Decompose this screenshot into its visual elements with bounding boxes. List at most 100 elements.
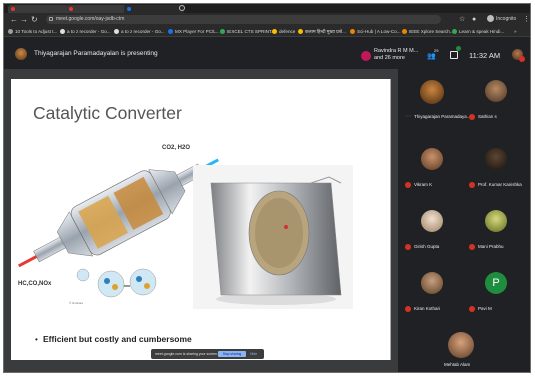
bookmark-item[interactable]: defence xyxy=(272,28,295,35)
participant-avatar xyxy=(485,148,507,170)
sharing-notice: meet.google.com is sharing your screen. xyxy=(155,352,219,356)
meet-header: Thiyagarajan Paramadayalan is presenting… xyxy=(4,38,530,69)
participant-tile[interactable]: Sathian s xyxy=(466,75,529,133)
image-credit: © Umicore xyxy=(69,301,84,305)
mic-off-icon xyxy=(405,244,411,250)
slide-bullet: Efficient but costly and cumbersome xyxy=(43,334,192,344)
participant-tile[interactable]: Mani Prabhu xyxy=(466,205,529,263)
bookmark-favicon xyxy=(114,29,119,34)
participant-avatar xyxy=(485,80,507,102)
browser-tab-active[interactable] xyxy=(124,5,184,13)
bookmark-item[interactable]: Sci-Hub | A Low-Co... xyxy=(350,28,401,35)
extensions-icon[interactable]: ● xyxy=(472,14,476,25)
browser-toolbar: ← → ↻ meet.google.com/oay-jsdb-ctm ☆ ● I… xyxy=(4,13,530,26)
mic-off-icon xyxy=(469,114,475,120)
participant-tile[interactable]: ⋯ Thiyagarajan Paramadaya... xyxy=(402,75,471,133)
bookmark-item[interactable]: 10 Tools to Adjust t... xyxy=(8,28,57,35)
incognito-indicator[interactable]: Incognito xyxy=(487,15,516,24)
participant-name: Girish Gupta xyxy=(414,244,440,249)
bookmark-item[interactable]: IEEE Xplore Search... xyxy=(402,28,454,35)
participant-name: Pavi M xyxy=(478,306,492,311)
bookmark-favicon xyxy=(8,29,13,34)
hide-button[interactable]: Hide xyxy=(250,349,257,359)
browser-tab-strip xyxy=(4,4,530,13)
catalytic-converter-illustration xyxy=(18,158,353,309)
people-icon[interactable]: 👥 xyxy=(427,52,436,60)
screen-sharing-bar: meet.google.com is sharing your screen. … xyxy=(151,349,264,359)
browser-tab[interactable] xyxy=(66,5,126,13)
bookmark-favicon xyxy=(220,29,225,34)
chat-icon[interactable] xyxy=(450,51,458,59)
participant-avatar[interactable] xyxy=(448,332,474,358)
new-tab-icon[interactable] xyxy=(179,5,185,11)
bookmark-item[interactable]: Learn & speak Hindi... xyxy=(452,28,504,35)
participant-avatar xyxy=(421,272,443,294)
participants-summary: Ravindra R M M... and 26 more xyxy=(374,48,419,61)
lock-icon xyxy=(49,17,53,21)
url-text: meet.google.com/oay-jsdb-ctm xyxy=(56,16,125,22)
bookmark-favicon xyxy=(60,29,65,34)
shared-slide: Catalytic Converter CO2, H2O HC,CO,NOx ©… xyxy=(11,79,391,360)
tab-favicon xyxy=(69,7,73,11)
participant-tile[interactable]: Prof. Kumar Kanishka xyxy=(466,143,529,201)
bookmark-favicon xyxy=(402,29,407,34)
browser-tab[interactable] xyxy=(8,5,68,13)
participant-tile[interactable]: Girish Gupta xyxy=(402,205,465,263)
reload-icon[interactable]: ↻ xyxy=(31,14,38,25)
bookmarks-bar: 10 Tools to Adjust t... a to z recorder … xyxy=(4,26,530,37)
bookmark-favicon xyxy=(452,29,457,34)
participant-avatar xyxy=(420,80,444,104)
speaking-indicator-icon: ⋯ xyxy=(405,114,411,120)
presentation-stage: Catalytic Converter CO2, H2O HC,CO,NOx ©… xyxy=(4,69,398,372)
bookmark-favicon xyxy=(168,29,173,34)
mic-off-icon xyxy=(469,182,475,188)
participant-name: Kiran Kothari xyxy=(414,306,441,311)
self-mic-off-badge xyxy=(519,56,525,62)
participant-avatar xyxy=(421,148,443,170)
bookmark-star-icon[interactable]: ☆ xyxy=(459,14,465,25)
participant-tile[interactable]: P Pavi M xyxy=(466,267,529,325)
participant-name: Thiyagarajan Paramadaya... xyxy=(414,114,471,119)
slide-label-input-gases: HC,CO,NOx xyxy=(18,281,52,287)
tab-favicon xyxy=(127,7,131,11)
participant-avatar xyxy=(421,210,443,232)
bookmark-favicon xyxy=(350,29,355,34)
screenshot-frame: ← → ↻ meet.google.com/oay-jsdb-ctm ☆ ● I… xyxy=(3,3,531,373)
participant-avatar xyxy=(485,210,507,232)
meeting-clock: 11:32 AM xyxy=(469,51,501,60)
bookmark-item[interactable]: MX Player For PC/L... xyxy=(168,28,220,35)
participant-name: Sathian s xyxy=(478,114,497,119)
chat-badge xyxy=(456,46,461,51)
bookmark-favicon xyxy=(272,29,277,34)
forward-icon[interactable]: → xyxy=(20,14,28,25)
incognito-label: Incognito xyxy=(496,16,517,22)
tab-favicon xyxy=(11,7,15,11)
participant-tile[interactable]: Kiran Kothari xyxy=(402,267,465,325)
participants-chip-avatar xyxy=(361,51,371,61)
bullet-icon: • xyxy=(35,335,38,344)
presenter-avatar xyxy=(15,48,27,60)
mic-off-icon xyxy=(469,306,475,312)
mic-off-icon xyxy=(405,182,411,188)
participant-avatar-letter: P xyxy=(485,272,507,294)
bookmark-item[interactable]: कलाम हिन्दी मुख्य प्रश्ने... xyxy=(298,28,346,35)
mic-off-icon xyxy=(469,244,475,250)
bookmark-favicon xyxy=(298,29,303,34)
participant-name: Mehtab Alam xyxy=(444,362,471,367)
bookmark-item[interactable]: IEXCEL CTS SPRINT... xyxy=(220,28,275,35)
converter-photo xyxy=(193,165,353,309)
stop-sharing-button[interactable]: Stop sharing xyxy=(218,351,246,357)
participant-tile[interactable]: Vikram K xyxy=(402,143,465,201)
bookmark-item[interactable]: a to z recorder - Go... xyxy=(60,28,111,35)
back-icon[interactable]: ← xyxy=(10,14,18,25)
participant-name: Prof. Kumar Kanishka xyxy=(478,182,522,187)
incognito-icon xyxy=(487,15,494,23)
participant-name: Mani Prabhu xyxy=(478,244,504,249)
participant-name: Vikram K xyxy=(414,182,433,187)
mic-off-icon xyxy=(405,306,411,312)
menu-icon[interactable]: ⋮ xyxy=(523,14,530,25)
bookmark-item[interactable]: a to z recorder - Go... xyxy=(114,28,165,35)
presenting-text: Thiyagarajan Paramadayalan is presenting xyxy=(34,50,158,57)
bookmarks-overflow-icon[interactable]: » xyxy=(514,28,517,35)
address-bar[interactable]: meet.google.com/oay-jsdb-ctm xyxy=(46,15,441,24)
